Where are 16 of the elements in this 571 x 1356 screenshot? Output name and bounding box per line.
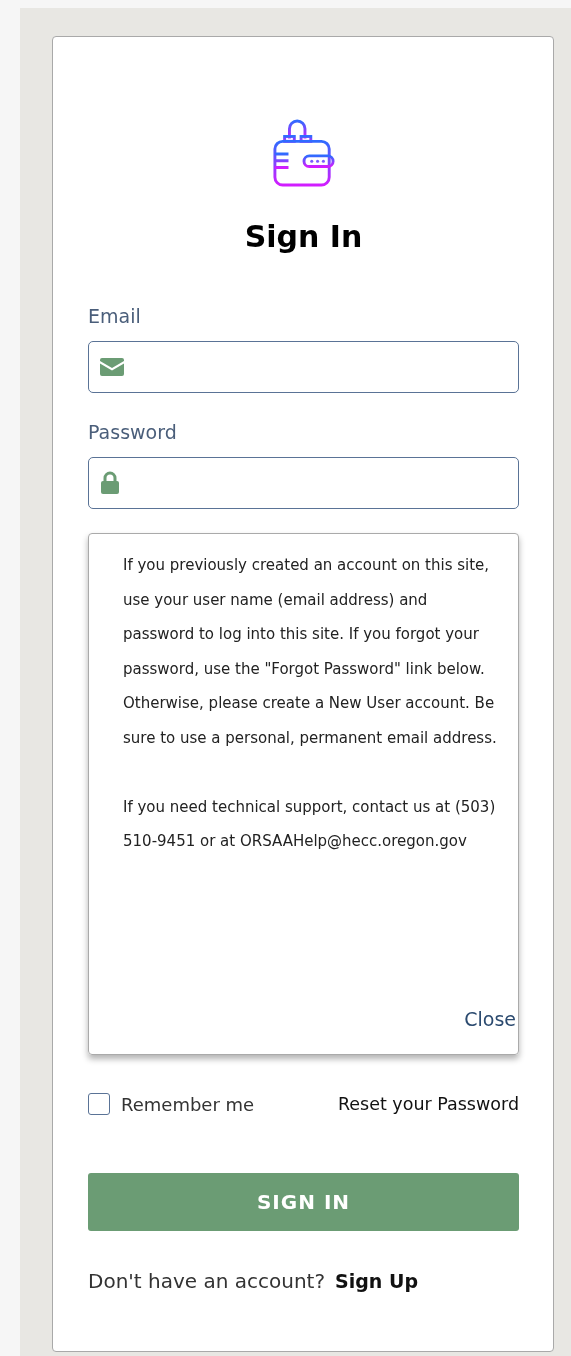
padlock-wallet-icon [271, 117, 336, 187]
help-text: If you previously created an account on this site, use your user name (email address) and password to log into this site. If you forgot your password, use the "Forgot Password" link below. Otherwise, please create a New User account. Be sure to use a personal, permanent email address. [123, 555, 498, 749]
close-link[interactable]: Close [464, 1008, 516, 1030]
remember-checkbox[interactable] [88, 1093, 110, 1115]
help-text: If you need technical support, contact us at (503) 510-9451 or at ORSAAHelp@hecc.oregon.gov [123, 796, 497, 853]
field-label: Email [88, 305, 141, 327]
remember-label: Remember me [121, 1093, 255, 1115]
password-field[interactable] [88, 457, 519, 509]
email-field[interactable] [88, 341, 519, 393]
reset-password-link[interactable]: Reset your Password [337, 1094, 519, 1114]
sign-in-title: Sign In [244, 219, 363, 255]
sign-up-link[interactable]: Sign Up [335, 1270, 418, 1292]
field-label: Password [88, 421, 177, 443]
envelope-icon [100, 358, 124, 376]
padlock-icon [100, 471, 120, 495]
signup-prompt: Don't have an account? [88, 1269, 326, 1293]
